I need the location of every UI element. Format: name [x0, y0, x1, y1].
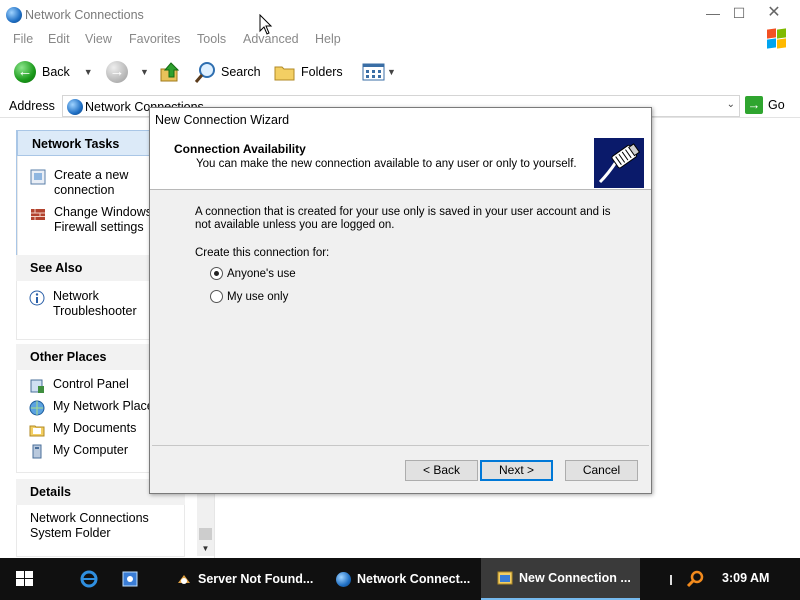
up-folder-button[interactable]	[160, 60, 182, 84]
scrollbar-thumb[interactable]	[199, 528, 212, 540]
wizard-subheading: You can make the new connection availabl…	[196, 158, 577, 170]
chevron-down-icon[interactable]: ▼	[387, 67, 396, 77]
close-button[interactable]: ✕	[759, 4, 789, 22]
taskbar-clock[interactable]: 3:09 AM	[722, 571, 769, 585]
next-button[interactable]: Next >	[480, 460, 553, 481]
wizard-heading: Connection Availability	[174, 142, 306, 156]
taskbar: Server Not Found... Network Connect... N…	[0, 558, 800, 600]
windows-flag-icon	[767, 28, 787, 49]
radio-unselected-icon[interactable]	[210, 290, 223, 303]
taskbar-item-server-not-found[interactable]: Server Not Found...	[162, 558, 320, 600]
browser-fox-icon	[178, 575, 190, 584]
search-icon	[194, 62, 215, 83]
forward-arrow-icon: →	[106, 61, 128, 83]
network-globe-icon	[336, 571, 351, 587]
separator	[152, 445, 649, 446]
create-for-label: Create this connection for:	[195, 247, 330, 259]
go-button[interactable]: → Go	[745, 96, 785, 114]
search-label: Search	[221, 65, 261, 79]
back-label: Back	[42, 65, 70, 79]
menu-edit[interactable]: Edit	[48, 32, 70, 46]
network-cable-icon	[594, 138, 644, 188]
network-places-icon	[29, 400, 45, 416]
radio-selected-icon[interactable]	[210, 267, 223, 280]
chevron-down-icon[interactable]: ▼	[84, 67, 93, 77]
back-button[interactable]: ← Back ▼	[14, 60, 93, 84]
anyones-use-radio[interactable]: Anyone's use	[210, 267, 296, 280]
pinned-app-icon[interactable]	[122, 558, 142, 600]
scroll-down-icon[interactable]: ▼	[197, 542, 214, 556]
menu-bar: File Edit View Favorites Tools Advanced …	[0, 29, 800, 49]
back-arrow-icon: ←	[14, 61, 36, 83]
window-titlebar: Network Connections — ☐ ✕	[0, 0, 800, 29]
documents-folder-icon	[29, 425, 45, 437]
network-globe-icon	[67, 99, 83, 115]
details-type: System Folder	[30, 526, 111, 540]
views-button[interactable]: ▼	[362, 60, 396, 84]
taskbar-item-network-connections[interactable]: Network Connect...	[322, 558, 478, 600]
new-connection-wizard-dialog: New Connection Wizard Connection Availab…	[149, 107, 652, 494]
address-label: Address	[9, 99, 55, 113]
dialog-title: New Connection Wizard	[155, 113, 290, 127]
wizard-header: Connection Availability You can make the…	[150, 132, 651, 190]
mouse-cursor-icon	[259, 14, 273, 35]
wizard-window-icon	[497, 571, 513, 585]
dialog-titlebar[interactable]: New Connection Wizard	[150, 108, 651, 132]
up-folder-icon	[160, 62, 180, 82]
chevron-down-icon[interactable]: ⌄	[727, 99, 735, 110]
cancel-button[interactable]: Cancel	[565, 460, 638, 481]
tray-divider	[670, 575, 672, 585]
search-button[interactable]: Search	[194, 60, 261, 84]
chevron-down-icon[interactable]: ▼	[140, 67, 149, 77]
network-globe-icon	[6, 7, 22, 23]
back-button[interactable]: < Back	[405, 460, 478, 481]
folders-icon	[274, 66, 295, 81]
menu-file[interactable]: File	[13, 32, 33, 46]
internet-explorer-icon[interactable]	[80, 558, 100, 600]
search-tray-icon[interactable]	[686, 570, 704, 588]
details-name: Network Connections	[30, 511, 149, 525]
taskbar-item-new-connection[interactable]: New Connection ...	[481, 558, 640, 600]
go-arrow-icon: →	[745, 96, 763, 114]
firewall-icon	[31, 209, 45, 220]
menu-view[interactable]: View	[85, 32, 112, 46]
menu-tools[interactable]: Tools	[197, 32, 226, 46]
menu-help[interactable]: Help	[315, 32, 341, 46]
folders-label: Folders	[301, 65, 343, 79]
folders-button[interactable]: Folders	[274, 60, 343, 84]
control-panel-icon	[30, 379, 44, 393]
toolbar: ← Back ▼ → ▼ Search Folders ▼	[0, 52, 800, 92]
wizard-description: A connection that is created for your us…	[195, 206, 611, 231]
go-label: Go	[768, 98, 785, 112]
windows-start-icon[interactable]	[16, 571, 34, 587]
menu-favorites[interactable]: Favorites	[129, 32, 180, 46]
forward-button[interactable]: → ▼	[106, 60, 149, 84]
window-title: Network Connections	[25, 8, 144, 22]
my-use-only-radio[interactable]: My use only	[210, 290, 288, 303]
info-icon	[29, 290, 45, 306]
computer-icon	[32, 444, 42, 459]
views-grid-icon	[362, 63, 385, 81]
new-connection-icon	[30, 169, 46, 185]
maximize-button[interactable]: ☐	[724, 4, 754, 22]
